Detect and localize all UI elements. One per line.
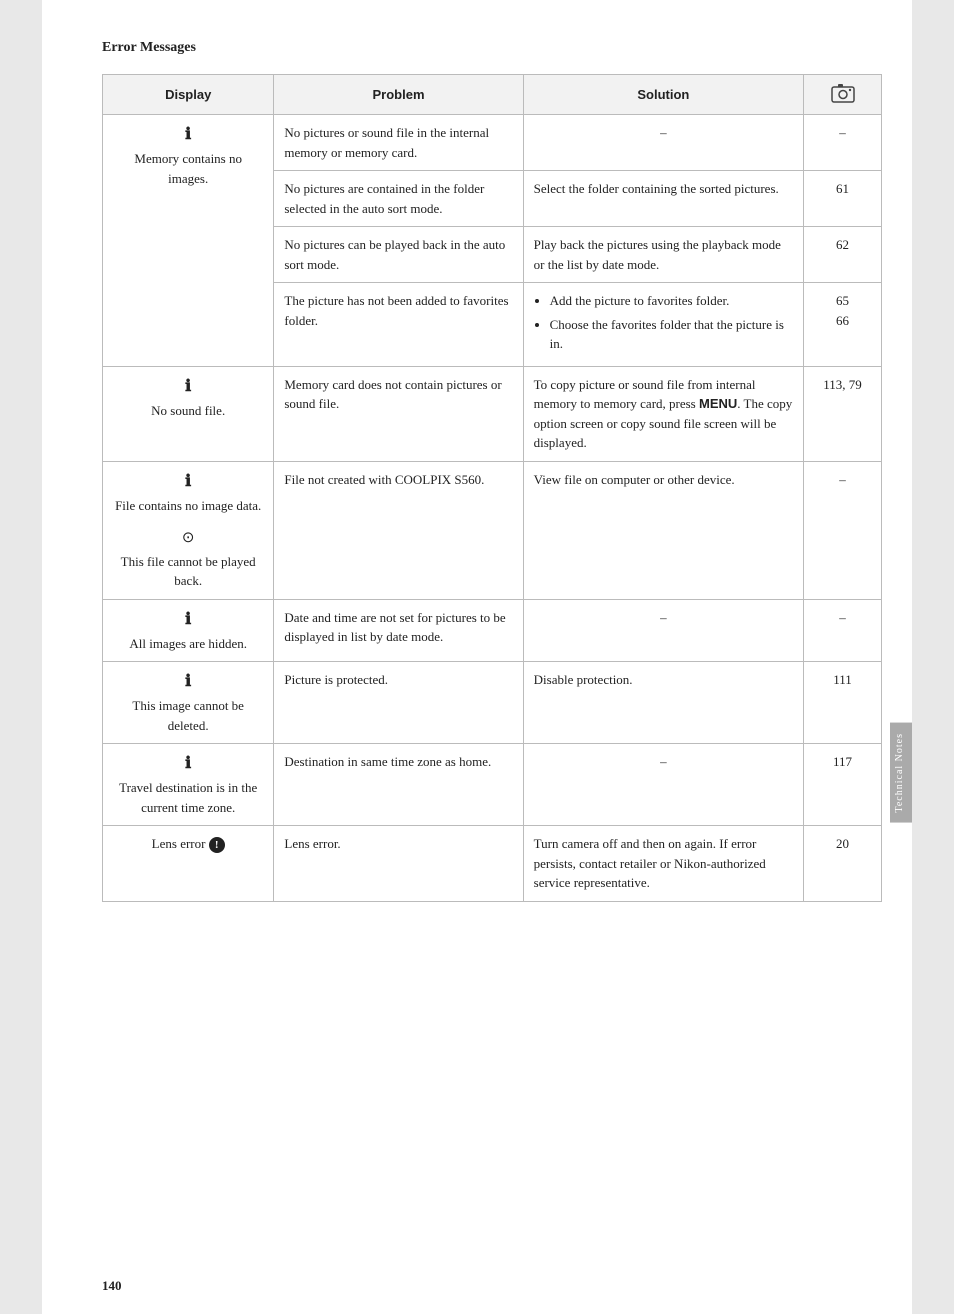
display-label-travel: Travel destination is in the current tim… [119, 780, 257, 815]
table-row: Lens error ! Lens error. Turn camera off… [103, 826, 882, 902]
display-cell-hidden: ℹ All images are hidden. [103, 599, 274, 662]
side-tab-label: Technical Notes [890, 723, 912, 823]
display-cell-travel: ℹ Travel destination is in the current t… [103, 744, 274, 826]
solution-cell: To copy picture or sound file from inter… [523, 366, 803, 461]
col-header-solution: Solution [523, 75, 803, 115]
problem-cell: No pictures or sound file in the interna… [274, 115, 523, 171]
problem-cell: Date and time are not set for pictures t… [274, 599, 523, 662]
col-header-display: Display [103, 75, 274, 115]
problem-cell: Memory card does not contain pictures or… [274, 366, 523, 461]
solution-cell: – [523, 744, 803, 826]
circle-icon: ⊙ [113, 527, 263, 550]
ref-cell: 111 [804, 662, 882, 744]
table-row: ℹ Travel destination is in the current t… [103, 744, 882, 826]
col-header-problem: Problem [274, 75, 523, 115]
table-row: ℹ File contains no image data. ⊙ This fi… [103, 461, 882, 599]
display-label-filedata: File contains no image data. [115, 498, 261, 513]
table-row: ℹ All images are hidden. Date and time a… [103, 599, 882, 662]
ref-cell: 20 [804, 826, 882, 902]
problem-cell: Picture is protected. [274, 662, 523, 744]
bullet-item: Add the picture to favorites folder. [550, 291, 793, 311]
file-no-playback-display: ⊙ This file cannot be played back. [113, 527, 263, 591]
display-label-nodelete: This image cannot be deleted. [132, 698, 244, 733]
display-label-nosound: No sound file. [151, 403, 225, 418]
ref-cell: 6566 [804, 283, 882, 367]
problem-cell: No pictures are contained in the folder … [274, 171, 523, 227]
file-no-image-display: ℹ File contains no image data. [113, 470, 263, 516]
col-header-ref [804, 75, 882, 115]
problem-cell: No pictures can be played back in the au… [274, 227, 523, 283]
ref-cell: – [804, 461, 882, 599]
error-messages-table: Display Problem Solution ℹ [102, 74, 882, 902]
display-cell-memory: ℹ Memory contains no images. [103, 115, 274, 367]
problem-cell: File not created with COOLPIX S560. [274, 461, 523, 599]
ref-cell: 61 [804, 171, 882, 227]
solution-cell: Add the picture to favorites folder. Cho… [523, 283, 803, 367]
solution-cell: – [523, 115, 803, 171]
info-icon: ℹ [113, 375, 263, 399]
table-row: ℹ No sound file. Memory card does not co… [103, 366, 882, 461]
solution-cell: Disable protection. [523, 662, 803, 744]
problem-cell: Lens error. [274, 826, 523, 902]
display-cell-filedata: ℹ File contains no image data. ⊙ This fi… [103, 461, 274, 599]
info-icon: ℹ [113, 608, 263, 632]
solution-cell: Play back the pictures using the playbac… [523, 227, 803, 283]
ref-cell: 62 [804, 227, 882, 283]
camera-icon [831, 83, 855, 103]
display-label-lens: Lens error ! [152, 836, 225, 851]
page-number: 140 [102, 1278, 122, 1294]
ref-cell: 113, 79 [804, 366, 882, 461]
menu-key: MENU [699, 396, 737, 411]
table-row: ℹ This image cannot be deleted. Picture … [103, 662, 882, 744]
display-cell-nodelete: ℹ This image cannot be deleted. [103, 662, 274, 744]
ref-cell: – [804, 115, 882, 171]
display-label-hidden: All images are hidden. [129, 636, 247, 651]
info-icon: ℹ [113, 470, 263, 494]
info-icon: ℹ [113, 670, 263, 694]
problem-cell: The picture has not been added to favori… [274, 283, 523, 367]
display-label-memory: Memory contains no images. [134, 151, 242, 186]
solution-cell: – [523, 599, 803, 662]
error-icon: ! [209, 837, 225, 853]
display-label-playback: This file cannot be played back. [121, 554, 256, 589]
ref-cell: – [804, 599, 882, 662]
info-icon: ℹ [113, 752, 263, 776]
bullet-item: Choose the favorites folder that the pic… [550, 315, 793, 354]
ref-cell: 117 [804, 744, 882, 826]
solution-cell: Turn camera off and then on again. If er… [523, 826, 803, 902]
page: Technical Notes Error Messages Display P… [42, 0, 912, 1314]
solution-cell: View file on computer or other device. [523, 461, 803, 599]
solution-bullets: Add the picture to favorites folder. Cho… [534, 291, 793, 354]
table-row: ℹ Memory contains no images. No pictures… [103, 115, 882, 171]
info-icon: ℹ [113, 123, 263, 147]
solution-cell: Select the folder containing the sorted … [523, 171, 803, 227]
display-cell-nosound: ℹ No sound file. [103, 366, 274, 461]
problem-cell: Destination in same time zone as home. [274, 744, 523, 826]
display-cell-lenserror: Lens error ! [103, 826, 274, 902]
page-title: Error Messages [102, 40, 882, 56]
